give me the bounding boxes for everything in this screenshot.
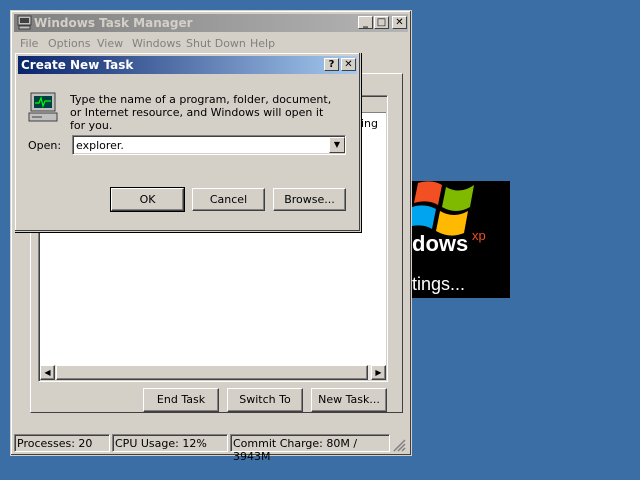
switch-to-button[interactable]: Switch To	[227, 388, 303, 412]
cpu-usage: CPU Usage: 12%	[112, 434, 228, 452]
new-task-button[interactable]: New Task...	[311, 388, 387, 412]
task-manager-title: Windows Task Manager	[34, 16, 193, 30]
processes-count: Processes: 20	[14, 434, 110, 452]
splash-brand-text: dows	[412, 231, 469, 256]
end-task-button[interactable]: End Task	[143, 388, 219, 412]
dialog-title-bar[interactable]: Create New Task ? ✕	[18, 56, 357, 74]
open-input[interactable]: explorer.	[76, 139, 124, 152]
create-new-task-dialog: Create New Task ? ✕ Type the name of a p…	[14, 52, 361, 232]
open-label: Open:	[28, 139, 62, 152]
maximize-button[interactable]: □	[374, 16, 389, 29]
menu-windows[interactable]: Windows	[132, 37, 181, 50]
close-button[interactable]: ✕	[392, 16, 407, 29]
dialog-close-button[interactable]: ✕	[341, 58, 356, 71]
resize-grip-icon[interactable]	[392, 438, 406, 452]
scroll-right-icon[interactable]: ▶	[371, 365, 386, 380]
dialog-title: Create New Task	[21, 58, 134, 72]
help-button[interactable]: ?	[324, 58, 339, 71]
status-column-text: ing	[361, 117, 379, 130]
run-program-icon	[28, 92, 58, 122]
splash-xp-text: xp	[472, 228, 486, 243]
dropdown-arrow-icon[interactable]: ▼	[329, 137, 345, 153]
ok-button[interactable]: OK	[110, 187, 185, 212]
scrollbar-thumb[interactable]	[56, 365, 368, 380]
dialog-prompt: Type the name of a program, folder, docu…	[70, 93, 332, 132]
task-manager-app-icon	[17, 15, 32, 30]
menu-help[interactable]: Help	[250, 37, 275, 50]
task-manager-menu-bar: File Options View Windows Shut Down Help	[14, 34, 408, 52]
windows-xp-splash: dows xp tings...	[412, 181, 510, 298]
scroll-left-icon[interactable]: ◀	[40, 365, 55, 380]
open-combobox[interactable]: explorer. ▼	[72, 135, 346, 155]
task-manager-title-bar[interactable]: Windows Task Manager _ □ ✕	[14, 14, 408, 32]
menu-view[interactable]: View	[97, 37, 123, 50]
commit-charge: Commit Charge: 80M / 3943M	[230, 434, 390, 463]
browse-button[interactable]: Browse...	[273, 188, 346, 211]
splash-message: tings...	[412, 274, 466, 294]
cancel-button[interactable]: Cancel	[192, 188, 265, 211]
menu-options[interactable]: Options	[48, 37, 90, 50]
minimize-button[interactable]: _	[358, 16, 373, 29]
menu-file[interactable]: File	[20, 37, 38, 50]
menu-shut-down[interactable]: Shut Down	[186, 37, 246, 50]
status-bar: Processes: 20 CPU Usage: 12% Commit Char…	[14, 434, 408, 463]
horizontal-scrollbar[interactable]: ◀ ▶	[40, 365, 386, 380]
